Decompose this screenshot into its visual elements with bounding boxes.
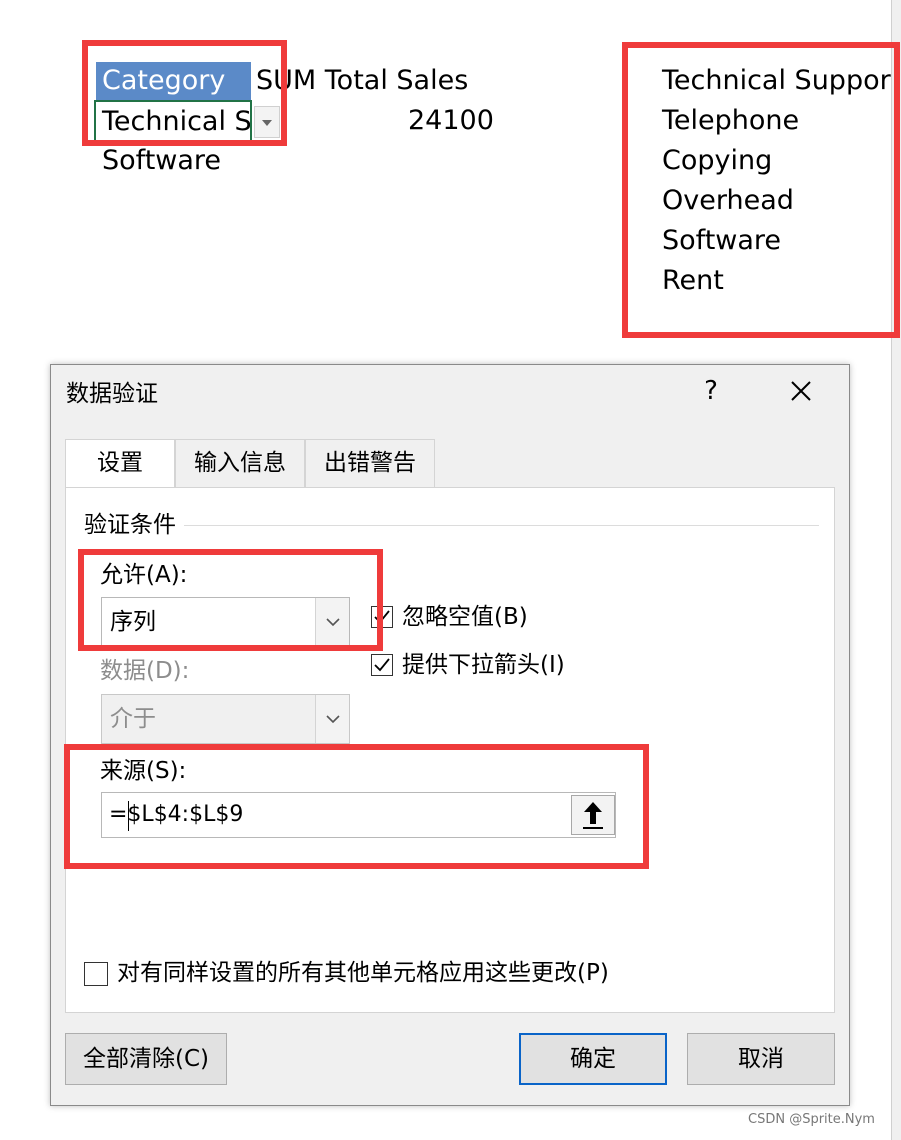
close-button[interactable] [786,371,816,411]
data-validation-dialog: 数据验证 ? 设置 输入信息 出错警告 验证条件 允许(A): 序列 忽略空值(… [50,364,850,1106]
row3-value: Software [102,145,222,176]
sum-header: SUM Total Sales [256,65,469,96]
data-select-arrow [315,695,349,743]
highlight-box-source [64,744,649,869]
tab-error-alert[interactable]: 出错警告 [305,439,435,487]
chevron-down-icon [326,715,340,724]
data-select: 介于 [101,694,350,744]
highlight-box-cell [82,40,287,146]
clear-all-button[interactable]: 全部清除(C) [65,1033,227,1085]
tab-input-message[interactable]: 输入信息 [175,439,305,487]
apply-all-checkbox[interactable] [84,962,108,986]
apply-all-label[interactable]: 对有同样设置的所有其他单元格应用这些更改(P) [117,956,609,990]
dialog-title: 数据验证 [66,381,158,407]
section-title: 验证条件 [84,512,176,538]
sum-value: 24100 [408,105,494,136]
highlight-box-list [622,42,900,338]
dropdown-arrow-checkbox[interactable] [371,654,393,676]
data-value: 介于 [110,706,156,732]
highlight-box-allow [78,549,383,651]
ok-button[interactable]: 确定 [519,1033,667,1085]
dropdown-arrow-label[interactable]: 提供下拉箭头(I) [402,648,565,682]
watermark: CSDN @Sprite.Nym [748,1112,875,1127]
ignore-blank-label[interactable]: 忽略空值(B) [402,600,528,634]
data-label: 数据(D): [100,658,190,684]
cancel-button[interactable]: 取消 [687,1033,835,1085]
close-icon [791,381,811,401]
checkmark-icon [374,658,390,672]
help-button[interactable]: ? [698,371,724,411]
tab-settings[interactable]: 设置 [65,439,175,491]
section-divider [184,525,819,526]
